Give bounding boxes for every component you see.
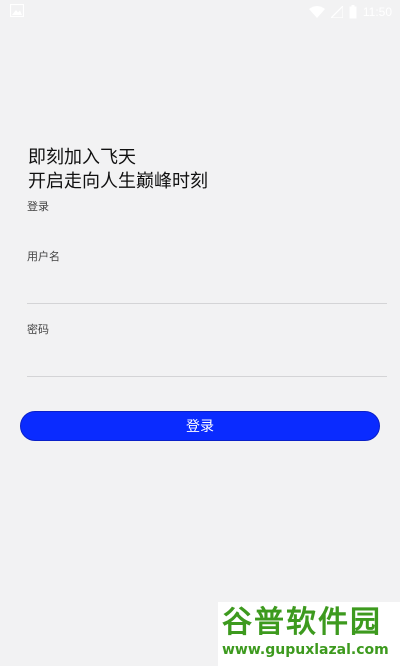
- watermark-logo: 谷普软件园: [222, 606, 382, 640]
- section-label: 登录: [27, 200, 49, 213]
- login-button[interactable]: 登录: [20, 411, 380, 441]
- login-button-label: 登录: [186, 419, 214, 435]
- headline: 即刻加入飞天 开启走向人生巅峰时刻: [28, 146, 208, 194]
- battery-icon: [349, 5, 357, 19]
- wifi-icon: [308, 5, 325, 18]
- headline-line-1: 即刻加入飞天: [28, 147, 136, 168]
- watermark: 谷普软件园 www.gupuxlazal.com: [218, 602, 400, 666]
- status-time: 11:50: [362, 5, 392, 19]
- watermark-logo-part2: 软件园: [286, 605, 382, 640]
- username-input[interactable]: [27, 273, 387, 304]
- username-label: 用户名: [27, 250, 60, 263]
- headline-line-2: 开启走向人生巅峰时刻: [28, 171, 208, 192]
- password-label: 密码: [27, 323, 49, 336]
- signal-icon: [330, 6, 343, 18]
- password-input[interactable]: [27, 346, 387, 377]
- watermark-logo-part1: 谷普: [222, 605, 286, 640]
- status-bar: 11:50: [0, 0, 400, 24]
- image-icon: [10, 4, 24, 17]
- watermark-url: www.gupuxlazal.com: [222, 642, 389, 658]
